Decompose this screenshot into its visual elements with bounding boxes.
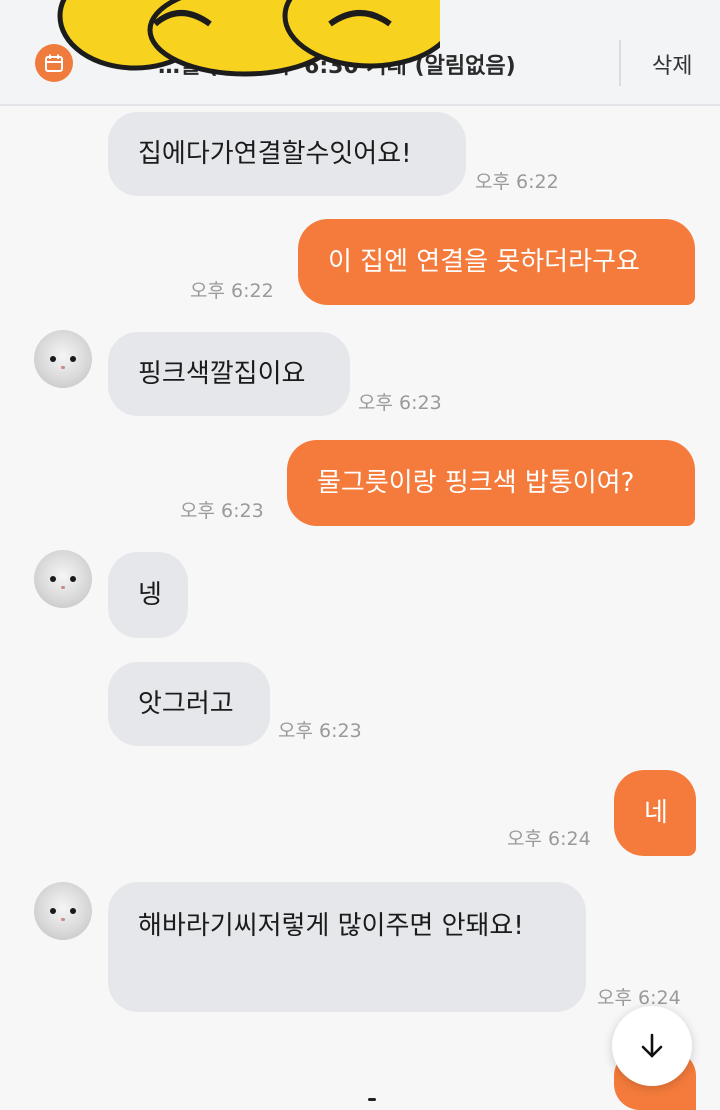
message-timestamp: 오후 6:22	[190, 280, 274, 302]
message-bubble-incoming[interactable]: 집에다가연결할수잇어요!	[108, 112, 466, 196]
message-timestamp: 오후 6:23	[278, 720, 362, 742]
message-timestamp: 오후 6:22	[475, 171, 559, 193]
message-bubble-incoming[interactable]: 해바라기씨저렇게 많이주면 안돼요!	[108, 882, 586, 1012]
user-avatar[interactable]	[34, 550, 92, 608]
message-timestamp: 오후 6:23	[358, 392, 442, 414]
message-timestamp: 오후 6:24	[597, 987, 681, 1009]
message-bubble-incoming[interactable]: 핑크색깔집이요	[108, 332, 350, 416]
chat-header: …월 (화) 오후 6:30 거래 (알림없음) 삭제	[0, 0, 720, 106]
delete-button[interactable]: 삭제	[652, 48, 692, 80]
message-bubble-incoming[interactable]: 앗그러고	[108, 662, 270, 746]
header-divider	[619, 40, 621, 86]
message-timestamp: 오후 6:23	[180, 500, 264, 522]
arrow-down-icon	[641, 1033, 663, 1058]
message-bubble-outgoing[interactable]: 물그릇이랑 핑크색 밥통이여?	[287, 440, 695, 526]
chat-thread[interactable]: 집에다가연결할수잇어요! 오후 6:22 오후 6:22 이 집엔 연결을 못하…	[0, 106, 720, 1105]
divider-mark	[368, 1098, 376, 1101]
sticker-overlay	[57, 0, 440, 77]
message-bubble-incoming[interactable]: 넹	[108, 552, 188, 638]
message-bubble-outgoing[interactable]: 이 집엔 연결을 못하더라구요	[298, 219, 695, 305]
user-avatar[interactable]	[34, 882, 92, 940]
message-timestamp: 오후 6:24	[507, 828, 591, 850]
user-avatar[interactable]	[34, 330, 92, 388]
message-bubble-outgoing[interactable]: 네	[614, 770, 696, 856]
scroll-to-bottom-button[interactable]	[612, 1006, 692, 1086]
